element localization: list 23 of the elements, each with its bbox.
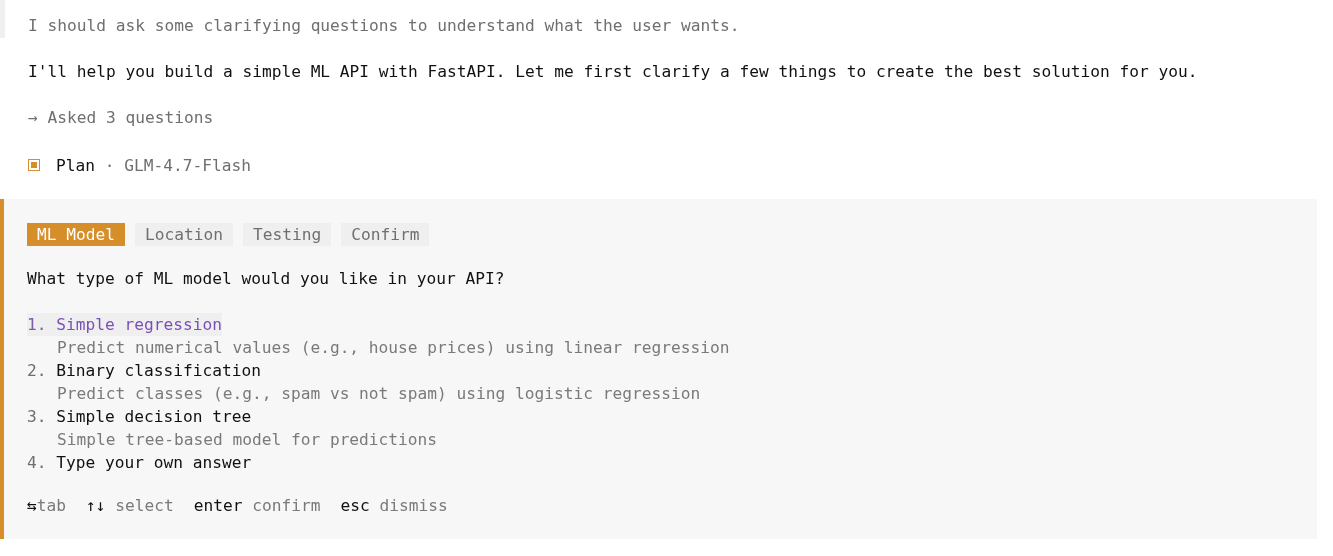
option-item[interactable]: 1. Simple regression [27, 313, 222, 336]
tab[interactable]: Location [134, 223, 233, 246]
option-item[interactable]: 2. Binary classification [27, 359, 261, 382]
tab[interactable]: Confirm [341, 223, 430, 246]
separator: · [103, 155, 116, 175]
key-hint: enter confirm [193, 496, 321, 515]
model-name: GLM-4.7-Flash [124, 155, 251, 175]
key-hint: ↑↓ select [86, 496, 174, 515]
thinking-text: I should ask some clarifying questions to understand what the user wants. [0, 0, 1333, 38]
key-hint: esc dismiss [340, 496, 448, 515]
mode-icon [28, 159, 40, 171]
option-description: Simple tree-based model for predictions [56, 429, 439, 451]
key-hint: ⇆tab [27, 496, 66, 515]
option-item[interactable]: 4. Type your own answer [27, 451, 252, 474]
tab[interactable]: ML Model [27, 223, 125, 246]
tab[interactable]: Testing [242, 223, 332, 246]
tool-call-status: → Asked 3 questions [27, 108, 215, 129]
question-text: What type of ML model would you like in your API? [27, 269, 506, 290]
reply-text: I'll help you build a simple ML API with FastAPI. Let me first clarify a few things to create the best solution for you. [27, 62, 1199, 83]
mode-name: Plan [56, 155, 95, 175]
option-item[interactable]: 3. Simple decision tree [27, 405, 252, 428]
option-description: Predict numerical values (e.g., house prices) using linear regression [56, 337, 731, 359]
option-description: Predict classes (e.g., spam vs not spam) using logistic regression [56, 383, 702, 405]
